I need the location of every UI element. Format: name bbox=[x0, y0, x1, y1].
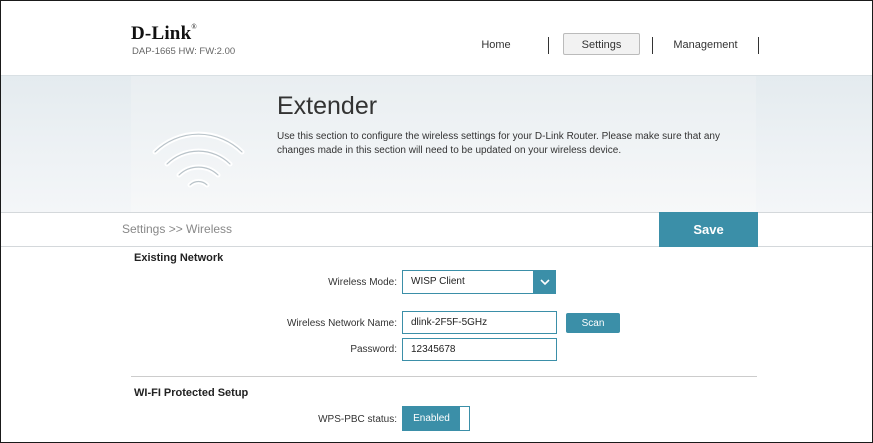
page-description: Use this section to configure the wirele… bbox=[277, 131, 720, 156]
existing-network-title: Existing Network bbox=[134, 252, 224, 264]
wps-status-value: Enabled bbox=[403, 407, 460, 430]
wifi-icon bbox=[152, 131, 245, 188]
wireless-mode-value: WISP Client bbox=[411, 276, 465, 287]
wps-status-label: WPS-PBC status: bbox=[318, 414, 397, 425]
wps-title: WI-FI Protected Setup bbox=[134, 387, 249, 399]
nav-separator bbox=[548, 37, 549, 54]
wireless-mode-select[interactable]: WISP Client bbox=[402, 270, 556, 294]
scan-button[interactable]: Scan bbox=[566, 313, 620, 333]
wireless-mode-label: Wireless Mode: bbox=[328, 277, 397, 288]
header: D-Link® DAP-1665 HW: FW:2.00 Home Settin… bbox=[1, 1, 872, 75]
save-button[interactable]: Save bbox=[659, 212, 758, 247]
nav-separator bbox=[652, 37, 653, 54]
nav-separator bbox=[758, 37, 759, 54]
brand-registered-mark: ® bbox=[191, 23, 197, 31]
breadcrumb: Settings >> Wireless bbox=[122, 222, 233, 236]
network-name-field[interactable]: dlink-2F5F-5GHz bbox=[402, 311, 557, 334]
page-title: Extender bbox=[277, 92, 378, 120]
wps-status-toggle[interactable]: Enabled bbox=[402, 406, 470, 431]
password-label: Password: bbox=[350, 344, 397, 355]
brand-name: D-Link bbox=[131, 23, 192, 44]
password-field[interactable]: 12345678 bbox=[402, 338, 557, 361]
model-info: DAP-1665 HW: FW:2.00 bbox=[132, 46, 236, 57]
page-frame: D-Link® DAP-1665 HW: FW:2.00 Home Settin… bbox=[0, 0, 873, 443]
nav-management[interactable]: Management bbox=[666, 34, 745, 56]
brand-logo: D-Link® bbox=[131, 23, 197, 45]
section-divider bbox=[131, 376, 757, 377]
settings-toolbar: Settings >> Wireless Save bbox=[1, 212, 872, 247]
banner: Extender Use this section to configure t… bbox=[1, 75, 872, 213]
network-name-label: Wireless Network Name: bbox=[286, 318, 397, 329]
nav-settings[interactable]: Settings bbox=[563, 33, 640, 55]
nav-home[interactable]: Home bbox=[473, 34, 519, 56]
chevron-down-icon[interactable] bbox=[533, 270, 556, 294]
